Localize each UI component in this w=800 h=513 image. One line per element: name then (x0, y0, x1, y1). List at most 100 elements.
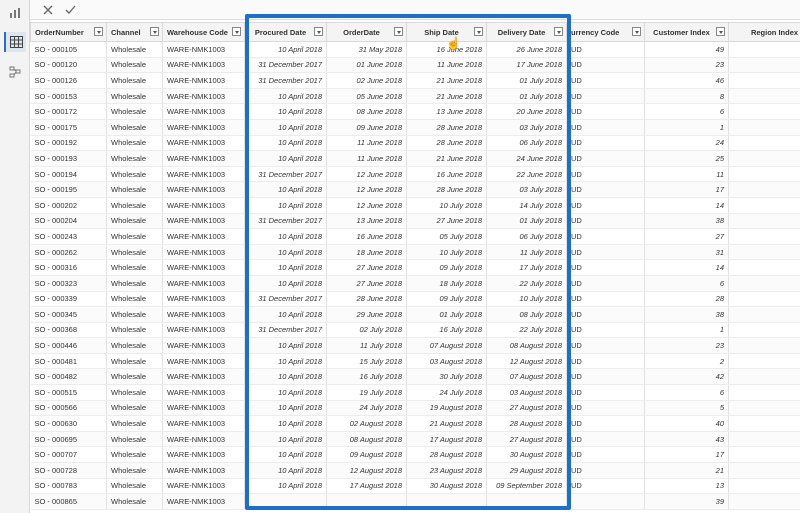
table-cell[interactable]: 37 (728, 384, 800, 401)
table-cell[interactable]: Wholesale (106, 431, 163, 448)
column-header-channel[interactable]: Channel (106, 22, 163, 42)
table-cell[interactable]: WARE-NMK1003 (162, 150, 245, 167)
table-cell[interactable]: 36 (728, 166, 800, 183)
table-cell[interactable]: 03 August 2018 (486, 384, 567, 401)
table-cell[interactable]: 12 (728, 135, 800, 152)
data-view-icon[interactable] (4, 32, 26, 52)
table-cell[interactable]: 29 August 2018 (486, 462, 567, 479)
table-cell[interactable]: 17 (644, 181, 729, 198)
column-header-procured-date[interactable]: Procured Date (244, 22, 327, 42)
table-cell[interactable]: 02 July 2018 (326, 322, 407, 339)
table-cell[interactable]: 01 June 2018 (326, 57, 407, 74)
table-cell[interactable]: 21 June 2018 (406, 88, 487, 105)
table-cell[interactable]: WARE-NMK1003 (162, 57, 245, 74)
table-cell[interactable]: 11 June 2018 (326, 150, 407, 167)
table-cell[interactable]: UD (566, 244, 645, 261)
table-cell[interactable]: 07 August 2018 (486, 368, 567, 386)
table-cell[interactable]: SO - 000695 (30, 431, 107, 448)
table-cell[interactable]: 31 December 2017 (244, 57, 327, 74)
table-cell[interactable]: 7 (728, 259, 800, 276)
table-cell[interactable]: 3 (728, 368, 800, 386)
table-cell[interactable]: 1 (644, 322, 729, 339)
table-cell[interactable]: WARE-NMK1003 (162, 353, 245, 370)
table-cell[interactable]: WARE-NMK1003 (162, 166, 245, 183)
table-cell[interactable]: 22 June 2018 (486, 166, 567, 183)
column-header-warehouse-code[interactable]: Warehouse Code (162, 22, 245, 42)
table-cell[interactable]: SO - 000243 (30, 228, 107, 245)
table-cell[interactable]: WARE-NMK1003 (162, 103, 245, 120)
table-cell[interactable]: 46 (644, 72, 729, 89)
table-cell[interactable]: 10 April 2018 (244, 228, 327, 245)
table-cell[interactable]: 8 (644, 88, 729, 105)
table-cell[interactable]: 6 (644, 384, 729, 401)
table-cell[interactable]: Wholesale (106, 306, 163, 323)
table-cell[interactable]: SO - 000175 (30, 119, 107, 136)
table-row[interactable]: SO - 000262 Wholesale WARE-NMK1003 10 April… (30, 244, 800, 261)
table-cell[interactable]: 10 April 2018 (244, 275, 327, 292)
table-cell[interactable]: UD (566, 353, 645, 370)
table-cell[interactable]: 16 June 2018 (326, 228, 407, 245)
table-cell[interactable]: 39 (644, 493, 729, 510)
table-cell[interactable]: 31 December 2017 (244, 166, 327, 183)
table-row[interactable]: SO - 000194 Wholesale WARE-NMK1003 31 Decem… (30, 166, 800, 183)
table-row[interactable]: SO - 000126 Wholesale WARE-NMK1003 31 Decem… (30, 72, 800, 89)
table-cell[interactable]: 10 April 2018 (244, 353, 327, 370)
table-cell[interactable]: Wholesale (106, 135, 163, 152)
table-cell[interactable] (406, 493, 487, 510)
table-cell[interactable]: 2 (644, 353, 729, 370)
table-cell[interactable] (566, 493, 645, 510)
table-cell[interactable]: 10 April 2018 (244, 150, 327, 167)
table-cell[interactable]: 31 December 2017 (244, 72, 327, 89)
table-cell[interactable]: UD (566, 368, 645, 386)
table-cell[interactable]: SO - 000323 (30, 275, 107, 292)
table-cell[interactable]: Wholesale (106, 72, 163, 89)
table-cell[interactable]: 09 August 2018 (326, 446, 407, 464)
filter-dropdown-icon[interactable] (232, 27, 241, 36)
table-cell[interactable]: Wholesale (106, 213, 163, 230)
table-row[interactable]: SO - 000172 Wholesale WARE-NMK1003 10 April… (30, 103, 800, 120)
table-cell[interactable]: 10 April 2018 (244, 306, 327, 323)
table-cell[interactable]: Wholesale (106, 322, 163, 339)
table-cell[interactable]: 14 (728, 400, 800, 417)
table-cell[interactable]: 28 August 2018 (406, 446, 487, 464)
table-cell[interactable]: UD (566, 213, 645, 230)
table-cell[interactable]: UD (566, 41, 645, 58)
table-cell[interactable]: 31 December 2017 (244, 291, 327, 308)
report-view-icon[interactable] (4, 3, 26, 23)
filter-dropdown-icon[interactable] (150, 27, 159, 36)
table-cell[interactable]: 10 April 2018 (244, 41, 327, 58)
table-row[interactable]: SO - 000481 Wholesale WARE-NMK1003 10 April… (30, 353, 800, 370)
filter-dropdown-icon[interactable] (314, 27, 323, 36)
table-cell[interactable]: 10 April 2018 (244, 462, 327, 479)
table-cell[interactable]: 15 (728, 88, 800, 105)
table-cell[interactable]: Wholesale (106, 88, 163, 105)
table-cell[interactable]: 38 (728, 431, 800, 448)
table-cell[interactable]: Wholesale (106, 228, 163, 245)
table-cell[interactable]: 18 June 2018 (326, 244, 407, 261)
filter-dropdown-icon[interactable] (554, 27, 563, 36)
table-cell[interactable]: SO - 000193 (30, 150, 107, 167)
table-cell[interactable]: 23 (644, 57, 729, 74)
table-cell[interactable]: 27 (644, 228, 729, 245)
table-row[interactable]: SO - 000695 Wholesale WARE-NMK1003 10 April… (30, 431, 800, 448)
table-cell[interactable]: 10 April 2018 (244, 446, 327, 464)
table-cell[interactable]: WARE-NMK1003 (162, 228, 245, 245)
table-cell[interactable]: Wholesale (106, 57, 163, 74)
table-cell[interactable]: 10 April 2018 (244, 244, 327, 261)
table-cell[interactable]: 30 (728, 150, 800, 167)
table-cell[interactable]: 31 December 2017 (244, 213, 327, 230)
table-cell[interactable]: 1 (644, 119, 729, 136)
table-cell[interactable]: WARE-NMK1003 (162, 135, 245, 152)
table-cell[interactable]: Wholesale (106, 166, 163, 183)
table-cell[interactable]: WARE-NMK1003 (162, 259, 245, 276)
table-cell[interactable]: 31 (644, 244, 729, 261)
table-cell[interactable]: 22 July 2018 (486, 275, 567, 292)
table-row[interactable]: SO - 000153 Wholesale WARE-NMK1003 10 April… (30, 88, 800, 105)
table-cell[interactable]: 20 June 2018 (486, 103, 567, 120)
table-cell[interactable]: 41 (728, 478, 800, 495)
table-cell[interactable]: SO - 000105 (30, 41, 107, 58)
table-row[interactable]: SO - 000865WholesaleWARE-NMK1003 3915 (30, 493, 800, 510)
table-cell[interactable]: 4 (728, 322, 800, 339)
table-cell[interactable]: 5 (728, 119, 800, 136)
table-cell[interactable]: UD (566, 166, 645, 183)
